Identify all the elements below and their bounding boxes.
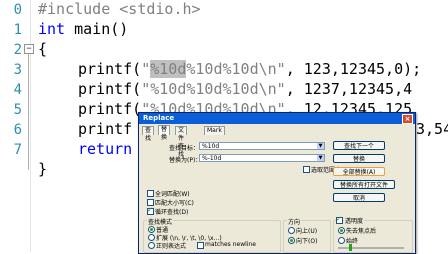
string-text: "%10d%10d%10d\n" [141, 80, 286, 98]
line-number: 6 [13, 122, 22, 138]
find-next-button[interactable]: 查找下一个 [333, 141, 385, 150]
keyword: return [78, 140, 133, 158]
code-text: printf( [78, 80, 142, 98]
search-mode-normal-radio[interactable] [148, 226, 155, 233]
fold-guide [28, 44, 29, 170]
code-text: , 123,12345,0); [285, 60, 422, 78]
string-text: " [141, 60, 151, 78]
direction-down-radio[interactable] [288, 237, 295, 244]
dialog-title: Replace [143, 114, 175, 122]
direction-up-label: 向上(U) [296, 228, 318, 235]
tab-find-in-files[interactable]: 文件查找 [175, 126, 188, 158]
line-number: 1 [13, 22, 22, 38]
close-icon[interactable]: × [402, 114, 413, 124]
chevron-down-icon[interactable]: ▼ [317, 143, 324, 149]
whole-word-label: 全词匹配(W) [155, 191, 190, 198]
preprocessor-text: #include <stdio.h> [38, 0, 201, 18]
code-line[interactable]: } [38, 160, 47, 178]
code-line[interactable]: { [38, 40, 47, 58]
direction-up-radio[interactable] [288, 227, 295, 234]
line-number: 0 [13, 2, 22, 18]
find-value: %10d [202, 143, 220, 150]
replace-all-open-files-button[interactable]: 替换所有打开文件 [333, 180, 395, 189]
tab-find[interactable]: 查找 [142, 126, 155, 142]
code-line[interactable]: printf [78, 120, 132, 138]
code-text: 3,54); [416, 120, 448, 138]
dialog-title-bar[interactable]: Replace × [139, 113, 415, 124]
replace-button[interactable]: 替换 [333, 154, 385, 163]
code-line[interactable]: int main() [38, 20, 128, 38]
replace-input[interactable]: %-10d ▼ [199, 154, 325, 162]
direction-down-label: 向下(O) [296, 238, 318, 245]
line-number: 7 [13, 142, 22, 158]
code-text: printf [78, 120, 133, 138]
match-case-checkbox[interactable] [147, 199, 154, 206]
search-mode-extended-radio[interactable] [148, 234, 155, 241]
selected-text: %10d [150, 60, 187, 78]
code-line[interactable]: #include <stdio.h> [38, 0, 201, 18]
transparency-lose-focus-radio[interactable] [338, 227, 345, 234]
find-label: 查找目标： [169, 145, 200, 152]
transparency-title: 透明度 [344, 216, 365, 225]
replace-label: 替换为(P)： [169, 157, 202, 164]
in-selection-checkbox[interactable] [303, 166, 310, 173]
code-text: , 1237,12345,4 [285, 80, 413, 98]
code-text: printf( [78, 100, 142, 118]
find-input[interactable]: %10d ▼ [199, 142, 325, 150]
tab-mark[interactable]: Mark [204, 126, 225, 135]
replace-value: %-10d [202, 155, 222, 162]
code-line[interactable]: printf("%10d%10d%10d\n", 123,12345,0); [78, 60, 421, 78]
replace-dialog: Replace × 查找 替换 文件查找 Mark 查找目标： %10d ▼ 替换… [138, 112, 416, 254]
wrap-around-checkbox[interactable] [147, 206, 154, 215]
line-number: 3 [13, 62, 22, 78]
code-text: printf( [78, 60, 142, 78]
transparency-always-radio[interactable] [338, 237, 345, 244]
line-number: 2 [13, 42, 22, 58]
transparency-always-label: 始终 [346, 238, 359, 245]
chevron-down-icon[interactable]: ▼ [317, 155, 324, 161]
match-case-label: 匹配大小写(C) [155, 200, 194, 207]
keyword: int [38, 20, 66, 38]
line-number: 4 [13, 82, 22, 98]
code-line-tail: 3,54); [416, 120, 448, 138]
code-line[interactable]: printf("%10d%10d%10d\n", 1237,12345,4 [78, 80, 412, 98]
fold-collapse-icon[interactable]: − [24, 44, 34, 54]
code-text: main() [65, 20, 129, 38]
transparency-slider-thumb[interactable] [349, 244, 352, 251]
matches-newline-label: matches newline [205, 241, 256, 248]
tab-replace[interactable]: 替换 [158, 125, 171, 141]
code-text: } [38, 160, 48, 178]
string-text: %10d%10d\n" [186, 60, 286, 78]
direction-title: 方向 [287, 217, 302, 226]
transparency-lose-focus-label: 失去焦点后 [346, 228, 377, 235]
search-mode-regex-radio[interactable] [148, 242, 155, 249]
cancel-button[interactable]: 取消 [333, 193, 385, 202]
whole-word-checkbox[interactable] [147, 190, 154, 197]
transparency-checkbox[interactable] [336, 215, 343, 224]
replace-all-button[interactable]: 全部替换(A) [333, 167, 385, 176]
line-number: 5 [13, 102, 22, 118]
wrap-around-label: 循环查找(D) [155, 209, 189, 216]
code-line[interactable]: return [78, 140, 132, 158]
matches-newline-checkbox[interactable] [197, 242, 204, 249]
code-text: { [38, 40, 48, 58]
search-mode-regex-label: 正则表达式 [156, 243, 187, 250]
transparency-slider-track[interactable] [338, 247, 404, 249]
